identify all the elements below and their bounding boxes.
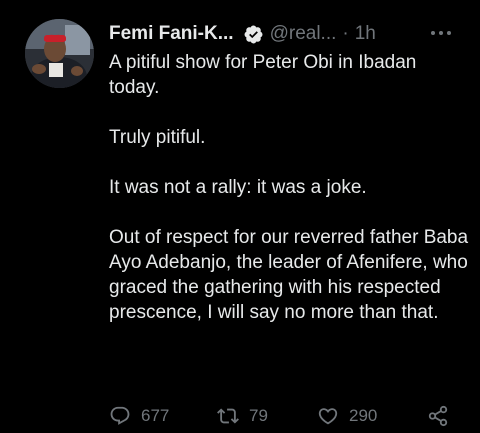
reply-button[interactable]: 677 bbox=[109, 402, 169, 430]
retweet-count: 79 bbox=[249, 406, 268, 425]
avatar[interactable] bbox=[25, 19, 94, 88]
author-handle[interactable]: @real... bbox=[270, 23, 337, 45]
reply-icon bbox=[110, 406, 130, 425]
tweet-actions: 677 79 290 bbox=[107, 402, 467, 430]
avatar-image bbox=[25, 19, 94, 88]
tweet-paragraph: A pitiful show for Peter Obi in Ibadan t… bbox=[109, 52, 417, 98]
reply-count: 677 bbox=[141, 406, 170, 425]
more-options-icon[interactable] bbox=[428, 22, 454, 44]
retweet-icon bbox=[217, 408, 239, 424]
tweet-paragraph: Out of respect for our reverred father B… bbox=[109, 227, 469, 323]
like-count: 290 bbox=[349, 406, 378, 425]
tweet-text: A pitiful show for Peter Obi in Ibadan t… bbox=[109, 50, 469, 350]
tweet-header: Femi Fani-K... @real... · 1h bbox=[109, 20, 376, 48]
like-button[interactable]: 290 bbox=[317, 402, 377, 430]
tweet-paragraph: It was not a rally: it was a joke. bbox=[109, 177, 367, 198]
timestamp[interactable]: 1h bbox=[355, 23, 376, 45]
tweet[interactable]: Femi Fani-K... @real... · 1h A pitiful s… bbox=[0, 0, 480, 433]
author-name[interactable]: Femi Fani-K... bbox=[109, 23, 234, 45]
share-icon bbox=[428, 405, 448, 427]
share-button[interactable] bbox=[427, 402, 449, 430]
heart-icon bbox=[318, 408, 338, 425]
verified-badge-icon bbox=[243, 24, 264, 45]
separator-dot: · bbox=[342, 23, 349, 44]
retweet-button[interactable]: 79 bbox=[217, 402, 268, 430]
tweet-paragraph: Truly pitiful. bbox=[109, 127, 206, 148]
